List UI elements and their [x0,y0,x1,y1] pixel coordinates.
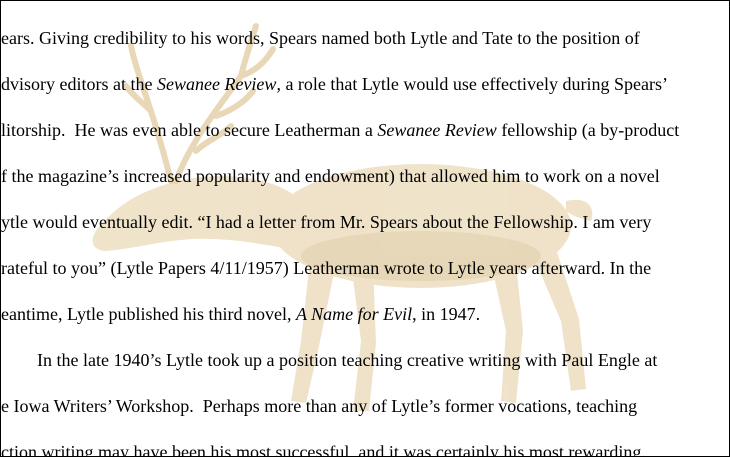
text-run: litorship. He was even able to secure Le… [1,120,378,140]
text-run: f the magazine’s increased popularity an… [1,166,660,186]
text-run: ytle would eventually edit. “I had a let… [1,212,652,232]
text-line: ytle would eventually edit. “I had a let… [1,211,651,233]
text-line: In the late 1940’s Lytle took up a posit… [1,349,657,371]
text-line: litorship. He was even able to secure Le… [1,119,679,141]
text-run: eantime, Lytle published his third novel… [1,304,296,324]
document-body-text: ears. Giving credibility to his words, S… [1,1,729,457]
text-line: e Iowa Writers’ Workshop. Perhaps more t… [1,395,637,417]
text-run: ction writing may have been his most suc… [1,442,646,457]
text-run: , a role that Lytle would use effectivel… [276,74,668,94]
text-run: dvisory editors at the [1,74,157,94]
italic-title-text: Sewanee Review [377,120,497,140]
text-line: rateful to you” (Lytle Papers 4/11/1957)… [1,257,651,279]
italic-title-text: A Name for Evil [295,304,413,324]
text-run: rateful to you” (Lytle Papers 4/11/1957)… [1,258,652,278]
text-run: ears. Giving credibility to his words, S… [1,28,640,48]
text-line: f the magazine’s increased popularity an… [1,165,660,187]
text-run: In the late 1940’s Lytle took up a posit… [1,350,658,370]
text-run: e Iowa Writers’ Workshop. Perhaps more t… [1,396,638,416]
text-run: fellowship (a by-product [496,120,680,140]
text-line: ears. Giving credibility to his words, S… [1,27,640,49]
text-run: , in 1947. [412,304,481,324]
text-line: ction writing may have been his most suc… [1,441,646,457]
text-line: eantime, Lytle published his third novel… [1,303,480,325]
document-page: ears. Giving credibility to his words, S… [0,0,730,457]
italic-title-text: Sewanee Review [156,74,277,94]
text-line: dvisory editors at the Sewanee Review, a… [1,73,668,95]
